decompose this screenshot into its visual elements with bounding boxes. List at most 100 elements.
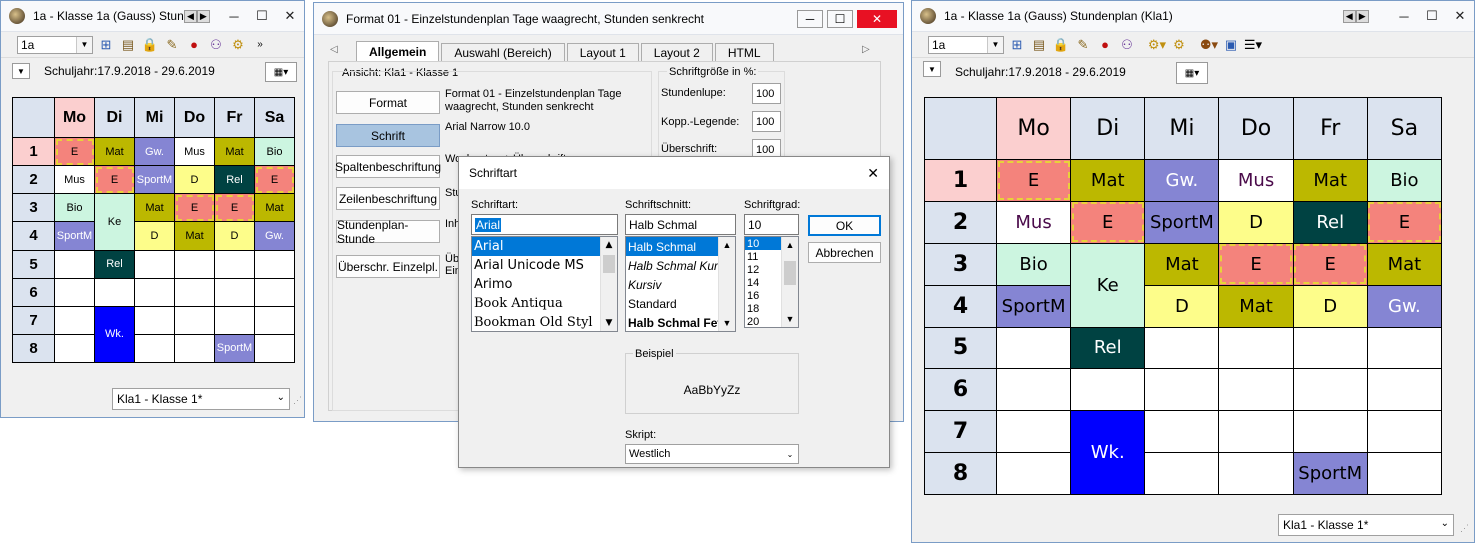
resize-grip-icon[interactable]: ⋰: [1460, 523, 1469, 534]
empty-cell[interactable]: [995, 326, 1072, 370]
resize-grip-icon[interactable]: ⋰: [293, 395, 302, 406]
empty-cell[interactable]: [1144, 452, 1220, 495]
style-item[interactable]: Halb Schmal: [626, 237, 718, 256]
empty-cell[interactable]: [1144, 326, 1220, 370]
lesson-cell[interactable]: Bio: [995, 242, 1072, 286]
tab-layout2[interactable]: Layout 2: [640, 43, 713, 62]
lesson-cell[interactable]: D: [1218, 200, 1294, 244]
format-button[interactable]: Format: [336, 91, 440, 114]
schrift-button[interactable]: Schrift: [336, 124, 440, 147]
lesson-cell[interactable]: D: [214, 221, 255, 251]
lesson-cell[interactable]: D: [174, 165, 215, 195]
lesson-cell[interactable]: Mat: [1070, 159, 1146, 202]
family-item[interactable]: Arial: [472, 237, 600, 256]
family-scrollbar[interactable]: ▲ ▼: [600, 237, 617, 331]
lesson-cell[interactable]: Mat: [1218, 284, 1294, 328]
settings-gear-icon[interactable]: ⚙: [1170, 36, 1188, 54]
lesson-cell[interactable]: Gw.: [134, 136, 175, 167]
empty-cell[interactable]: [995, 368, 1072, 412]
lesson-cell[interactable]: D: [1292, 284, 1368, 328]
lesson-cell[interactable]: Rel: [214, 165, 255, 195]
empty-cell[interactable]: [1366, 326, 1443, 370]
empty-cell[interactable]: [134, 249, 175, 279]
empty-cell[interactable]: [995, 452, 1072, 495]
style-input[interactable]: Halb Schmal: [625, 214, 736, 235]
empty-cell[interactable]: [214, 277, 255, 307]
empty-cell[interactable]: [254, 333, 295, 364]
right-calendar-icon[interactable]: ▦▾: [1176, 62, 1208, 84]
left-class-select[interactable]: 1a ▼: [17, 35, 93, 54]
scroll-down-icon[interactable]: ▼: [782, 311, 798, 327]
empty-cell[interactable]: [54, 249, 95, 279]
next-arrow-icon[interactable]: ▶: [1355, 9, 1369, 23]
lesson-cell[interactable]: Mus: [1218, 159, 1294, 202]
lesson-cell[interactable]: Gw.: [1144, 159, 1220, 202]
lesson-cell[interactable]: Mus: [54, 165, 95, 195]
empty-cell[interactable]: [94, 277, 135, 307]
print-icon[interactable]: ▣: [1222, 36, 1240, 54]
right-class-select[interactable]: 1a ▼: [928, 35, 1004, 54]
tab-scroll-right-icon[interactable]: ▷: [862, 44, 870, 55]
lesson-cell[interactable]: Rel: [94, 249, 135, 279]
grid-icon[interactable]: ⊞: [1008, 36, 1026, 54]
lesson-cell[interactable]: Mat: [1366, 242, 1443, 286]
lesson-cell[interactable]: Wk.: [94, 305, 135, 364]
empty-cell[interactable]: [134, 277, 175, 307]
scroll-up-icon[interactable]: ▲: [601, 237, 617, 253]
lesson-cell[interactable]: SportM: [1292, 452, 1368, 495]
lesson-cell[interactable]: E: [1366, 200, 1443, 244]
lesson-cell[interactable]: E: [174, 193, 215, 223]
left-collapse-icon[interactable]: ▼: [12, 63, 30, 79]
overflow-icon[interactable]: »: [251, 36, 269, 54]
lesson-cell[interactable]: SportM: [1144, 200, 1220, 244]
lesson-cell[interactable]: Mat: [94, 136, 135, 167]
minimize-icon[interactable]: ─: [1390, 1, 1418, 31]
right-footer-combo[interactable]: Kla1 - Klasse 1* ⌄: [1278, 514, 1454, 536]
spaltenbeschriftung-button[interactable]: Spaltenbeschriftung: [335, 155, 441, 178]
empty-cell[interactable]: [1366, 452, 1443, 495]
maximize-icon[interactable]: ☐: [827, 9, 853, 28]
gear-small-icon[interactable]: ⚙▾: [1148, 36, 1166, 54]
lesson-cell[interactable]: Gw.: [254, 221, 295, 251]
export-icon[interactable]: ▤: [119, 36, 137, 54]
family-item[interactable]: Arial Unicode MS: [472, 256, 617, 275]
edit-icon[interactable]: ✎: [1074, 36, 1092, 54]
lesson-cell[interactable]: E: [995, 159, 1072, 202]
family-item[interactable]: Book Antiqua: [472, 294, 617, 313]
lesson-cell[interactable]: SportM: [134, 165, 175, 195]
lesson-cell[interactable]: Rel: [1070, 326, 1146, 370]
empty-cell[interactable]: [1292, 410, 1368, 454]
empty-cell[interactable]: [1292, 326, 1368, 370]
ok-button[interactable]: OK: [808, 215, 881, 236]
scroll-thumb[interactable]: [603, 255, 615, 273]
scroll-down-icon[interactable]: ▼: [601, 315, 617, 331]
lock-icon[interactable]: 🔒: [1052, 36, 1070, 54]
empty-cell[interactable]: [214, 305, 255, 335]
scroll-up-icon[interactable]: ▲: [782, 237, 798, 253]
empty-cell[interactable]: [254, 305, 295, 335]
lock-icon[interactable]: 🔒: [141, 36, 159, 54]
empty-cell[interactable]: [54, 277, 95, 307]
prev-arrow-icon[interactable]: ◀: [1342, 9, 1356, 23]
empty-cell[interactable]: [1366, 410, 1443, 454]
lesson-cell[interactable]: Mat: [214, 136, 255, 167]
close-icon[interactable]: ✕: [1446, 1, 1474, 31]
style-scrollbar[interactable]: ▲ ▼: [718, 237, 735, 331]
maximize-icon[interactable]: ☐: [1418, 1, 1446, 31]
empty-cell[interactable]: [254, 277, 295, 307]
people-icon[interactable]: ⚇: [1118, 36, 1136, 54]
cancel-button[interactable]: Abbrechen: [808, 242, 881, 263]
empty-cell[interactable]: [174, 333, 215, 364]
next-arrow-icon[interactable]: ▶: [196, 9, 210, 23]
lesson-cell[interactable]: E: [1218, 242, 1294, 286]
empty-cell[interactable]: [1218, 452, 1294, 495]
empty-cell[interactable]: [54, 333, 95, 364]
family-input[interactable]: Arial: [471, 214, 618, 235]
family-item[interactable]: Bookman Old Styl: [472, 313, 617, 331]
export-icon[interactable]: ▤: [1030, 36, 1048, 54]
prev-arrow-icon[interactable]: ◀: [184, 9, 197, 23]
script-select[interactable]: Westlich ⌄: [625, 444, 799, 464]
lesson-cell[interactable]: D: [134, 221, 175, 251]
empty-cell[interactable]: [1292, 368, 1368, 412]
kopp-legende-input[interactable]: 100: [752, 111, 781, 132]
